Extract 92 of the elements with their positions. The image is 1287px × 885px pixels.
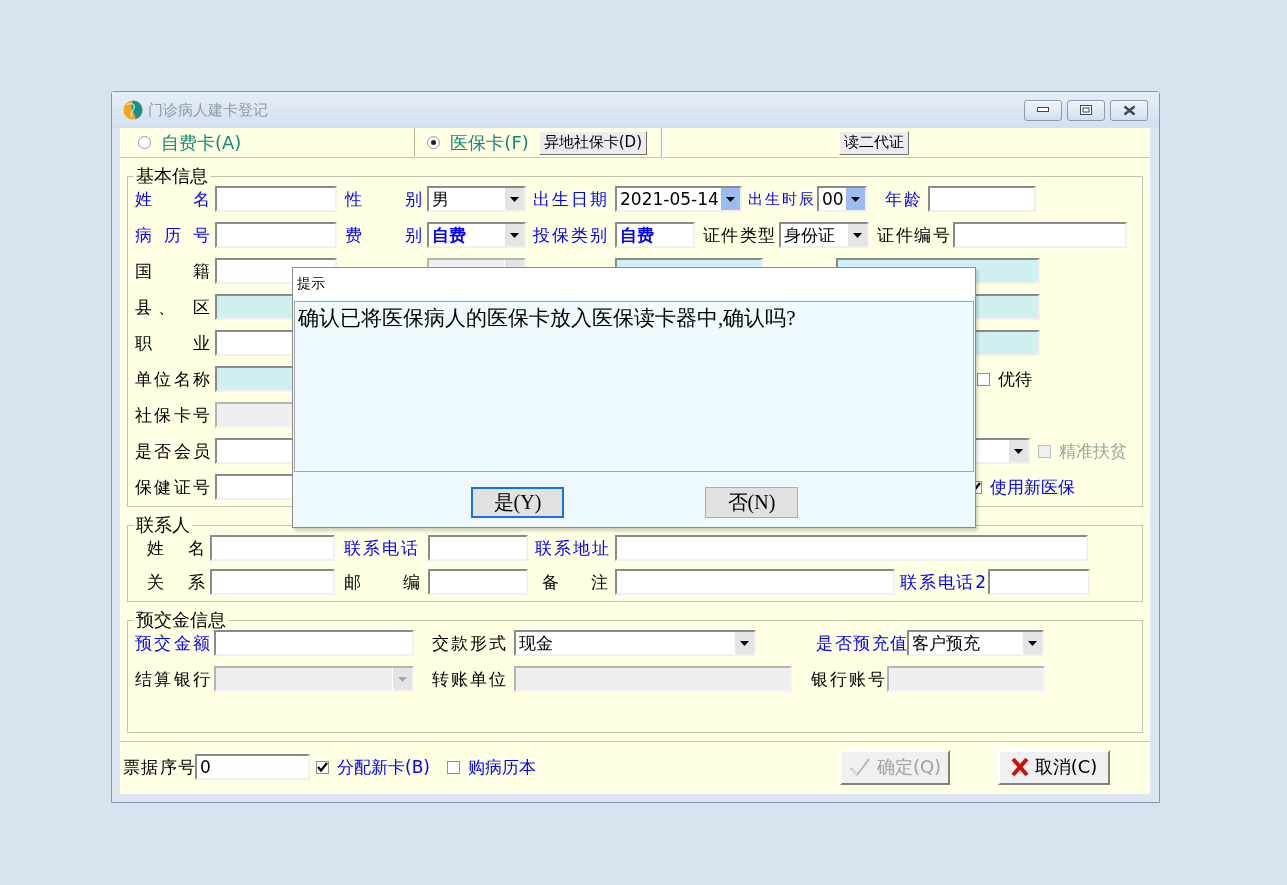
field-label: 邮 编 [344,570,420,594]
dialog-button[interactable]: 是(Y) [471,487,564,518]
minimize-button[interactable] [1024,99,1062,121]
field-label: 职 业 [135,331,210,355]
field-label: 备 注 [542,570,608,594]
close-icon [1010,757,1029,777]
field-label: 是否会员 [135,439,210,463]
group-title: 联系人 [135,515,191,535]
caret-icon [726,196,735,202]
text-field[interactable]: 0 [195,754,310,780]
minimize-icon [1037,107,1049,113]
radio-label[interactable]: 自费卡(A) [161,130,242,155]
check-icon [848,757,871,777]
field-label: 票据序号 [123,755,195,779]
dropdown[interactable]: 2021-05-14 [615,186,742,212]
text-field[interactable] [615,569,895,595]
field-label: 是否预充值 [816,631,907,655]
field-label: 县、 区 [135,295,210,319]
caret-icon [398,676,407,682]
field-label: 交款形式 [432,631,506,655]
radio-label[interactable]: 医保卡(F) [450,130,529,155]
text-field[interactable] [215,186,337,212]
caret-icon [1014,448,1023,454]
checkbox-label[interactable]: 使用新医保 [990,475,1075,499]
caret-icon [1028,640,1037,646]
checkbox-label[interactable]: 优待 [998,367,1032,391]
dialog-button[interactable]: 否(N) [705,487,798,518]
field-label: 结算银行 [135,667,210,691]
text-field[interactable] [428,569,528,595]
field-label: 银行账号 [811,667,885,691]
text-field[interactable] [214,630,414,656]
remote-insurance-button[interactable]: 异地社保卡(D) [538,130,648,155]
text-field[interactable]: 自费 [615,222,695,248]
checkbox-label[interactable]: 购病历本 [468,755,536,779]
field-label: 预交金额 [135,631,210,655]
field-label: 出生日期 [533,187,607,211]
text-field[interactable] [928,186,1036,212]
checkbox[interactable] [977,372,990,386]
dialog-message: 确认已将医保病人的医保卡放入医保读卡器中,确认吗? [298,306,796,330]
text-field[interactable] [215,222,337,248]
window-title: 门诊病人建卡登记 [148,100,268,120]
dropdown[interactable]: 现金 [514,630,756,656]
text-field[interactable] [988,569,1090,595]
radio-button[interactable] [427,136,441,149]
close-icon [1122,104,1136,116]
app-logo-icon [123,100,143,120]
field-label: 保健证号 [135,475,210,499]
field-label: 病 历 号 [135,223,210,247]
dropdown[interactable]: 00 [817,186,867,212]
caret-icon [510,232,519,238]
caret-icon [853,232,862,238]
field-label: 姓 名 [147,536,205,560]
dropdown[interactable]: 身份证 [779,222,869,248]
caret-icon [740,640,749,646]
field-label: 转账单位 [432,667,506,691]
read-id-button[interactable]: 读二代证 [839,130,910,155]
field-label: 出生时辰 [748,189,814,209]
close-button[interactable] [1110,99,1148,121]
field-label: 证件编号 [877,223,950,247]
field-label: 年龄 [885,187,921,211]
field-label: 单位名称 [135,367,210,391]
field-label: 社保卡号 [135,403,210,427]
dropdown[interactable]: 自费 [427,222,526,248]
field-label: 关 系 [147,570,205,594]
field-label: 联系地址 [535,536,609,560]
dialog-title: 提示 [297,275,325,293]
dropdown[interactable]: 客户预充 [907,630,1044,656]
field-label: 证件类型 [703,223,775,247]
checkbox[interactable] [447,760,460,774]
field-label: 联系电话2 [900,570,986,594]
radio-button[interactable] [138,136,151,149]
text-field[interactable] [615,535,1088,561]
field-label: 国 籍 [135,259,210,283]
field-label: 联系电话 [344,536,418,560]
caret-icon [851,196,860,202]
text-field[interactable] [210,569,335,595]
cancel-button[interactable]: 取消(C) [998,749,1110,785]
caret-icon [510,196,519,202]
checkbox-label[interactable]: 分配新卡(B) [337,755,430,779]
field-label: 性 别 [345,187,422,211]
group-title: 基本信息 [135,166,209,186]
checkbox[interactable] [316,760,329,774]
field-label: 费 别 [345,223,422,247]
text-field[interactable] [953,222,1127,248]
maximize-icon [1080,105,1092,115]
text-field[interactable] [210,535,335,561]
group-title: 预交金信息 [135,610,227,630]
maximize-button[interactable] [1067,99,1105,121]
field-label: 投保类别 [533,223,607,247]
field-label: 姓 名 [135,187,210,211]
text-field[interactable] [428,535,528,561]
dropdown[interactable]: 男 [427,186,526,212]
